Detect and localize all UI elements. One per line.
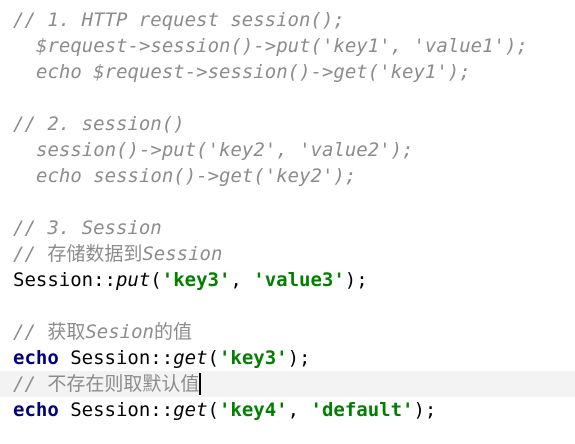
- arg-separator: ,: [287, 399, 311, 421]
- comment-prefix: //: [13, 321, 48, 343]
- close-paren: );: [287, 347, 311, 369]
- open-paren: (: [207, 399, 219, 421]
- close-paren: );: [344, 269, 368, 291]
- comment-cjk: 存储数据到: [47, 243, 143, 265]
- method-name: put: [115, 269, 151, 291]
- code-line-request-get: echo $request->session()->get('key1');: [0, 59, 575, 85]
- comment-word: Sesion: [85, 321, 154, 343]
- code-line-comment-2: // 2. session(): [0, 111, 575, 137]
- comment-word: Session: [142, 243, 223, 265]
- code-line-session-get: echo Session::get('key3');: [0, 345, 575, 371]
- scope-operator: ::: [150, 399, 174, 421]
- code-line-request-put: $request->session()->put('key1', 'value1…: [0, 33, 575, 59]
- comment-text: // 不存在则取默认值: [13, 373, 199, 395]
- code-line-session-get-default: echo Session::get('key4', 'default');: [0, 397, 575, 423]
- comment-text: // 2. session(): [13, 113, 185, 135]
- comment-cjk: 的值: [153, 321, 192, 343]
- string-literal: 'key3': [161, 269, 231, 291]
- comment-prefix: //: [13, 373, 48, 395]
- text-caret: [199, 373, 202, 395]
- code-line-comment-store: // 存储数据到Session: [0, 241, 575, 267]
- scope-operator: ::: [93, 269, 116, 291]
- code-line-helper-put: session()->put('key2', 'value2');: [0, 137, 575, 163]
- class-name: Session: [13, 269, 94, 291]
- code-line-helper-get: echo session()->get('key2');: [0, 163, 575, 189]
- class-name: Session: [70, 399, 151, 421]
- comment-prefix: //: [13, 243, 48, 265]
- comment-text: session()->put('key2', 'value2');: [36, 139, 414, 161]
- echo-keyword: echo: [13, 347, 59, 369]
- comment-text: // 1. HTTP request session();: [13, 9, 345, 31]
- close-paren: );: [413, 399, 437, 421]
- arg-separator: ,: [230, 269, 254, 291]
- code-line-session-put: Session::put('key3', 'value3');: [0, 267, 575, 293]
- code-line-comment-1: // 1. HTTP request session();: [0, 7, 575, 33]
- comment-text: // 存储数据到Session: [13, 243, 222, 265]
- string-literal: 'default': [310, 399, 414, 421]
- scope-operator: ::: [150, 347, 174, 369]
- string-literal: 'key4': [218, 399, 288, 421]
- code-line-comment-get: // 获取Sesion的值: [0, 319, 575, 345]
- comment-cjk: 获取: [47, 321, 86, 343]
- open-paren: (: [207, 347, 219, 369]
- code-editor[interactable]: // 1. HTTP request session(); $request->…: [0, 0, 575, 444]
- open-paren: (: [150, 269, 162, 291]
- echo-keyword: echo: [13, 399, 59, 421]
- comment-text: $request->session()->put('key1', 'value1…: [36, 35, 528, 57]
- class-name: Session: [70, 347, 151, 369]
- comment-cjk: 不存在则取默认值: [47, 373, 200, 395]
- code-line-comment-default[interactable]: // 不存在则取默认值: [0, 371, 575, 397]
- code-line-comment-3: // 3. Session: [0, 215, 575, 241]
- comment-text: // 3. Session: [13, 217, 162, 239]
- comment-text: echo session()->get('key2');: [36, 165, 357, 187]
- string-literal: 'key3': [218, 347, 288, 369]
- method-name: get: [173, 347, 208, 369]
- string-literal: 'value3': [253, 269, 345, 291]
- comment-text: // 获取Sesion的值: [13, 321, 192, 343]
- comment-text: echo $request->session()->get('key1');: [36, 61, 471, 83]
- method-name: get: [173, 399, 208, 421]
